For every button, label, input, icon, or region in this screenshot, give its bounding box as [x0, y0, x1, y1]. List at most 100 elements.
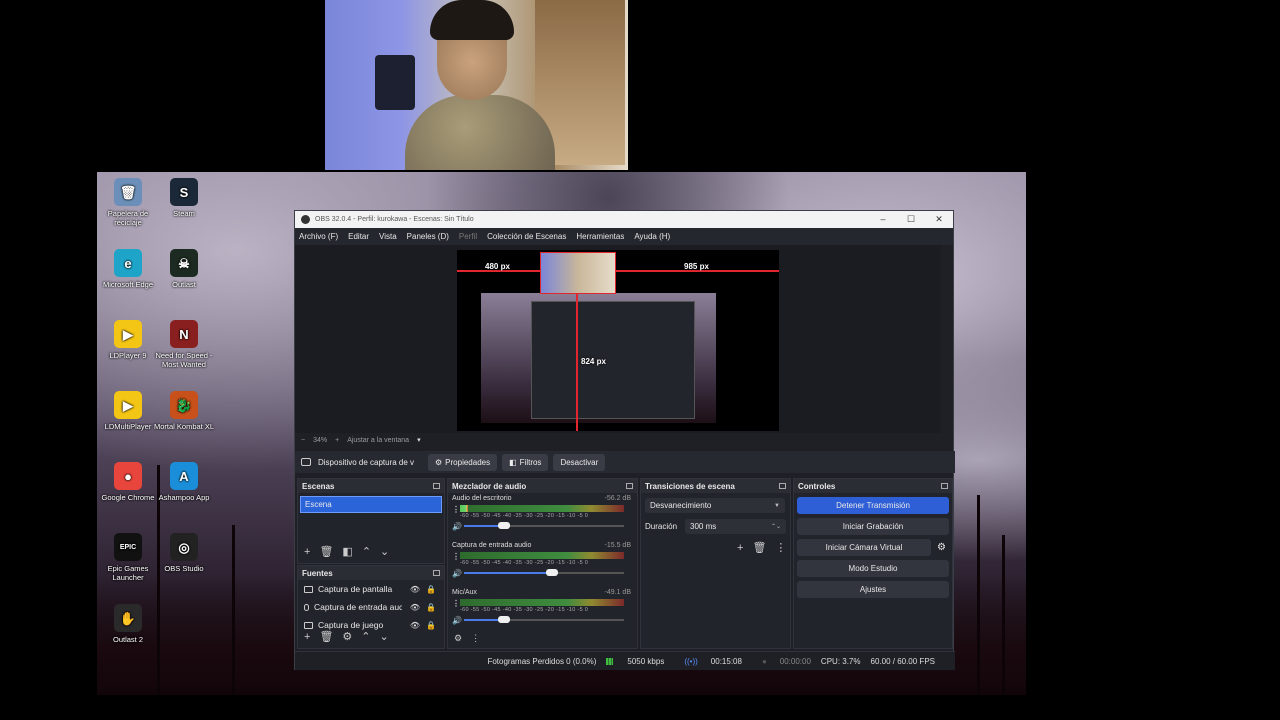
slider-handle[interactable]	[546, 569, 558, 576]
desktop-icon[interactable]: EPIC Epic Games Launcher	[97, 533, 159, 582]
undock-icon[interactable]	[433, 483, 440, 489]
desktop-icon[interactable]: ▶ LDMultiPlayer	[97, 391, 159, 431]
undock-icon[interactable]	[433, 570, 440, 576]
speaker-icon[interactable]: 🔊	[452, 616, 462, 625]
controls-dock-header: Controles	[794, 479, 952, 493]
desktop-icon[interactable]: ▶ LDPlayer 9	[97, 320, 159, 360]
menu-ayuda[interactable]: Ayuda (H)	[634, 232, 670, 241]
move-up-icon[interactable]: ⌃	[361, 630, 370, 643]
mixer-title: Mezclador de audio	[452, 481, 527, 491]
sources-title: Fuentes	[302, 568, 333, 578]
lock-icon[interactable]: 🔒	[426, 621, 436, 630]
add-source-icon[interactable]: +	[304, 631, 310, 643]
controls-title: Controles	[798, 481, 836, 491]
remove-scene-icon[interactable]: 🗑	[319, 545, 333, 558]
properties-button[interactable]: ⚙ Propiedades	[428, 453, 498, 471]
desktop-icon[interactable]: ✋ Outlast 2	[97, 604, 159, 644]
deactivate-button[interactable]: Desactivar	[553, 453, 606, 471]
menu-perfil[interactable]: Perfil	[459, 232, 477, 241]
menu-archivo[interactable]: Archivo (F)	[299, 232, 338, 241]
virtual-camera-settings-icon[interactable]: ⚙	[937, 542, 946, 553]
settings-button[interactable]: Ajustes	[797, 581, 949, 598]
transition-select[interactable]: Desvanecimiento ▼	[645, 498, 785, 513]
undock-icon[interactable]	[779, 483, 786, 489]
transition-menu-icon[interactable]: ⋮	[775, 541, 786, 554]
zoom-out-button[interactable]: −	[301, 437, 305, 444]
window-title: OBS 32.0.4 - Perfil: kurokawa - Escenas:…	[315, 216, 474, 223]
zoom-value: 34%	[313, 436, 328, 444]
slider-handle[interactable]	[498, 616, 510, 623]
desktop-icon-label: Microsoft Edge	[102, 280, 154, 289]
channel-menu-icon[interactable]: ⋮	[452, 599, 460, 608]
source-label: Captura de entrada auc	[314, 602, 402, 612]
chevron-down-icon[interactable]: ▾	[417, 436, 421, 444]
zoom-fit-select[interactable]: Ajustar a la ventana	[347, 437, 409, 444]
start-recording-button[interactable]: Iniciar Grabación	[797, 518, 949, 535]
advanced-audio-icon[interactable]: ⚙	[454, 633, 462, 644]
duration-spinbox[interactable]: 300 ms ⌃⌄	[685, 519, 786, 534]
volume-slider[interactable]	[464, 569, 624, 576]
undock-icon[interactable]	[626, 483, 633, 489]
close-button[interactable]: ✕	[925, 214, 953, 225]
preview-area[interactable]: 480 px 985 px 824 px	[295, 245, 941, 433]
desktop-icon[interactable]: N Need for Speed - Most Wanted	[153, 320, 215, 369]
channel-menu-icon[interactable]: ⋮	[452, 552, 460, 561]
minimize-button[interactable]: –	[869, 214, 897, 225]
eye-icon[interactable]: 👁	[410, 585, 420, 594]
source-item-pantalla[interactable]: Captura de pantalla 👁 🔒	[298, 580, 444, 598]
desktop-icon[interactable]: 🐉 Mortal Kombat XL	[153, 391, 215, 431]
start-virtual-camera-button[interactable]: Iniciar Cámara Virtual	[797, 539, 932, 556]
desktop-icon[interactable]: ◎ OBS Studio	[153, 533, 215, 573]
lock-icon[interactable]: 🔒	[426, 585, 436, 594]
mixer-channel: Mic/Aux -49.1 dB ⋮ -60 -55 -50 -45 -40 -35 …	[448, 587, 637, 634]
zoom-in-button[interactable]: +	[335, 437, 339, 444]
obs-icon: ◎	[170, 533, 198, 561]
desktop-icon[interactable]: e Microsoft Edge	[97, 249, 159, 289]
channel-menu-icon[interactable]: ⋮	[452, 505, 460, 514]
eye-icon[interactable]: 👁	[410, 621, 420, 630]
selected-webcam-source[interactable]	[540, 252, 616, 294]
desktop-icon[interactable]: A Ashampoo App	[153, 462, 215, 502]
eye-icon[interactable]: 👁	[410, 603, 420, 612]
volume-slider[interactable]	[464, 616, 624, 623]
desktop-icon[interactable]: ● Google Chrome	[97, 462, 159, 502]
volume-slider[interactable]	[464, 522, 624, 529]
mixer-menu-icon[interactable]: ⋮	[471, 633, 480, 644]
ldplayer-icon: ▶	[114, 320, 142, 348]
desktop-icon[interactable]: 🗑 Papelera de reciclaje	[97, 178, 159, 227]
move-down-icon[interactable]: ⌄	[380, 545, 389, 558]
add-scene-icon[interactable]: +	[304, 546, 310, 558]
menu-herramientas[interactable]: Herramientas	[576, 232, 624, 241]
slider-handle[interactable]	[498, 522, 510, 529]
move-down-icon[interactable]: ⌄	[380, 630, 389, 643]
studio-mode-button[interactable]: Modo Estudio	[797, 560, 949, 577]
desktop-icon[interactable]: S Steam	[153, 178, 215, 218]
speaker-icon[interactable]: 🔊	[452, 569, 462, 578]
stop-stream-button[interactable]: Detener Transmisión	[797, 497, 949, 514]
source-properties-icon[interactable]: ⚙	[342, 630, 352, 643]
menu-vista[interactable]: Vista	[379, 232, 397, 241]
preview-canvas[interactable]: 480 px 985 px 824 px	[457, 250, 779, 431]
volume-meter	[460, 552, 624, 559]
desktop-icon[interactable]: ☠ Outlast	[153, 249, 215, 289]
speaker-icon[interactable]: 🔊	[452, 522, 462, 531]
scene-item-escena[interactable]: Escena	[300, 496, 442, 513]
scene-filters-icon[interactable]: ◧	[342, 545, 352, 558]
remove-source-icon[interactable]: 🗑	[319, 630, 333, 643]
epic-games-icon: EPIC	[114, 533, 142, 561]
menu-editar[interactable]: Editar	[348, 232, 369, 241]
menu-paneles[interactable]: Paneles (D)	[407, 232, 449, 241]
add-transition-icon[interactable]: +	[737, 542, 743, 554]
filters-button[interactable]: ◧ Filtros	[502, 453, 549, 471]
mortal-kombat-icon: 🐉	[170, 391, 198, 419]
desktop-icon-label: Papelera de reciclaje	[107, 209, 149, 227]
source-item-audio[interactable]: Captura de entrada auc 👁 🔒	[298, 598, 444, 616]
menu-coleccion-escenas[interactable]: Colección de Escenas	[487, 232, 566, 241]
move-up-icon[interactable]: ⌃	[362, 545, 371, 558]
undock-icon[interactable]	[941, 483, 948, 489]
lock-icon[interactable]: 🔒	[426, 603, 436, 612]
remove-transition-icon[interactable]: 🗑	[752, 541, 766, 554]
maximize-button[interactable]: ☐	[897, 214, 925, 225]
filter-icon: ◧	[509, 457, 517, 467]
spin-arrows-icon[interactable]: ⌃⌄	[771, 523, 781, 530]
